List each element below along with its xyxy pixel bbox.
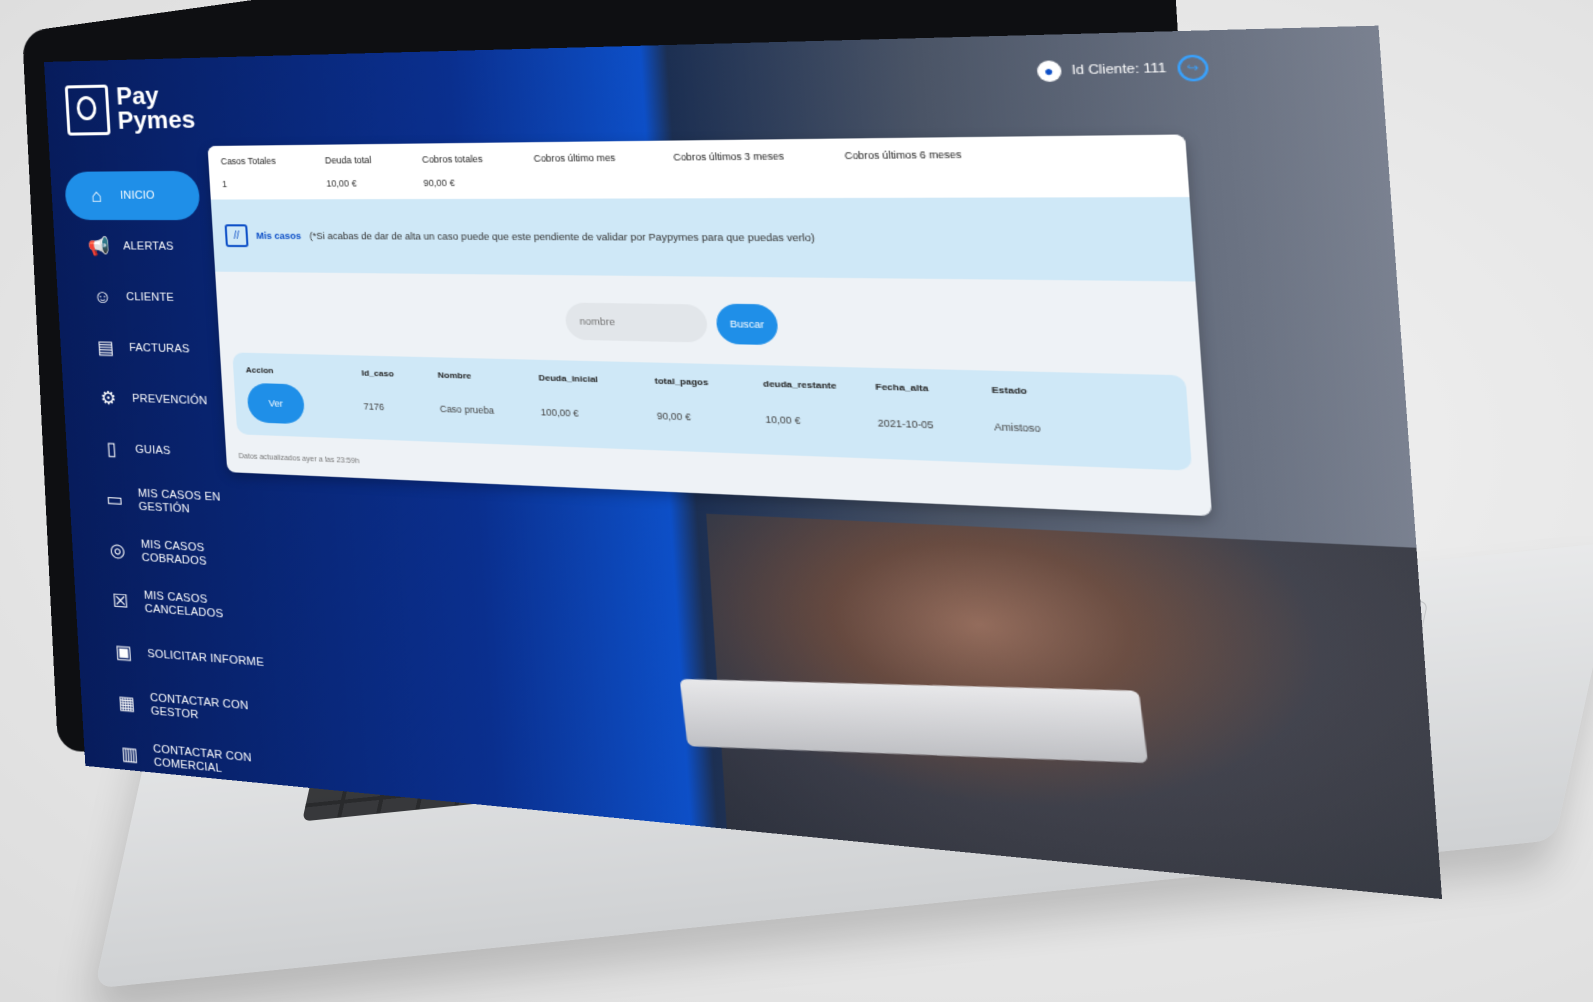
cell-id-caso: 7176: [363, 401, 385, 413]
column-header: Nombre: [437, 370, 472, 381]
action-cell: Ver: [246, 382, 364, 427]
sidebar-item-label: PREVENCIÓN: [131, 392, 208, 407]
mis-casos-notice: // Mis casos (*Si acabas de dar de alta …: [210, 197, 1196, 282]
ver-button[interactable]: Ver: [246, 382, 306, 425]
cell-deuda-inicial: 100,00 €: [540, 406, 580, 419]
home-icon: ⌂: [90, 185, 103, 206]
megaphone-icon: 📢: [87, 235, 112, 256]
sidebar-item-label: CLIENTE: [125, 290, 175, 304]
stat-header: Cobros totales: [421, 153, 484, 165]
stat-value: 1: [221, 178, 228, 190]
column-header: Fecha_alta: [874, 381, 929, 394]
stat-value: 90,00 €: [423, 177, 456, 189]
column-header: Accion: [245, 365, 274, 376]
stat-header: Casos Totales: [220, 155, 277, 167]
sidebar-item-label: CONTACTAR CON COMERCIAL: [152, 742, 253, 776]
sidebar-item-label: MIS CASOS EN GESTIÓN: [137, 487, 221, 516]
cancel-box-icon: ☒: [111, 589, 130, 612]
stat-header: Cobros últimos 3 meses: [672, 150, 785, 163]
document-icon: ▣: [114, 640, 133, 663]
sidebar-item-label: GUIAS: [134, 443, 171, 457]
search-input[interactable]: [564, 302, 709, 343]
main-panel: Casos Totales 1 Deuda total 10,00 € Cobr…: [207, 134, 1213, 517]
stat-cobros-3-meses: Cobros últimos 3 meses: [673, 150, 847, 187]
stat-value: 10,00 €: [326, 178, 357, 189]
logo-icon: [64, 84, 111, 136]
sidebar-item-casos-cobrados[interactable]: ◎ MIS CASOS COBRADOS: [85, 524, 269, 584]
column-header: deuda_restante: [762, 378, 837, 391]
stats-summary: Casos Totales 1 Deuda total 10,00 € Cobr…: [207, 134, 1190, 200]
contact-card-icon: ▦: [117, 691, 136, 714]
laptop-icon: //: [224, 224, 249, 248]
cell-deuda-restante: 10,00 €: [765, 413, 801, 427]
stat-header: Cobros últimos 6 meses: [844, 148, 962, 162]
column-header: Id_caso: [361, 368, 395, 379]
client-id: Id Cliente: 111: [1071, 61, 1167, 78]
logo-line2: Pymes: [116, 106, 197, 135]
stat-casos-totales: Casos Totales 1: [220, 155, 326, 190]
stat-header: Cobros último mes: [533, 152, 616, 164]
gear-icon: ⚙: [99, 387, 118, 408]
stat-deuda-total: Deuda total 10,00 €: [325, 154, 424, 189]
stat-cobros-6-meses: Cobros últimos 6 meses: [844, 148, 1054, 187]
laptop-lid: Pay Pymes ● Id Cliente: 111 ↪ ⌂ INICIO 📢…: [0, 0, 1593, 1002]
briefcase-icon: ▥: [120, 742, 139, 765]
sidebar-item-label: MIS CASOS COBRADOS: [140, 538, 208, 568]
column-header: Estado: [991, 384, 1028, 397]
cell-estado: Amistoso: [993, 421, 1041, 435]
sidebar-item-label: FACTURAS: [128, 341, 190, 356]
notice-title: Mis casos: [255, 230, 302, 242]
stat-value: [535, 176, 675, 177]
guide-icon: ▯: [105, 437, 118, 459]
coin-hand-icon: ◎: [109, 539, 127, 561]
sidebar-item-label: INICIO: [119, 188, 156, 202]
search-button[interactable]: Buscar: [715, 303, 779, 346]
user-icon[interactable]: ●: [1036, 60, 1062, 83]
user-icon: ☺: [92, 286, 113, 307]
sidebar-item-label: SOLICITAR INFORME: [147, 647, 265, 669]
cell-nombre: Caso prueba: [439, 403, 495, 416]
topbar: ● Id Cliente: 111 ↪: [1036, 54, 1210, 84]
stat-cobros-ultimo-mes: Cobros último mes: [533, 152, 675, 188]
sidebar-item-label: MIS CASOS CANCELADOS: [143, 589, 224, 621]
notice-text: (*Si acabas de dar de alta un caso puede…: [309, 230, 816, 244]
logout-icon[interactable]: ↪: [1176, 54, 1210, 82]
column-header: total_pagos: [654, 375, 709, 388]
logo-text: Pay Pymes: [115, 82, 197, 135]
stat-header: Deuda total: [324, 154, 372, 166]
stat-cobros-totales: Cobros totales 90,00 €: [421, 153, 536, 189]
app-screen: Pay Pymes ● Id Cliente: 111 ↪ ⌂ INICIO 📢…: [44, 25, 1443, 900]
stat-value: [675, 175, 846, 176]
paypymes-logo[interactable]: Pay Pymes: [64, 82, 197, 136]
column-header: Deuda_inicial: [538, 372, 599, 385]
stat-value: [846, 174, 1054, 175]
invoice-icon: ▤: [96, 336, 115, 358]
sidebar-item-label: ALERTAS: [122, 239, 174, 253]
sidebar-item-inicio[interactable]: ⌂ INICIO: [63, 170, 201, 221]
cell-fecha-alta: 2021-10-05: [877, 417, 934, 431]
laptop-icon: ▭: [105, 488, 124, 510]
sidebar-item-casos-gestion[interactable]: ▭ MIS CASOS EN GESTIÓN: [82, 474, 266, 532]
sidebar-item-label: CONTACTAR CON GESTOR: [149, 691, 249, 722]
cell-total-pagos: 90,00 €: [656, 410, 692, 423]
